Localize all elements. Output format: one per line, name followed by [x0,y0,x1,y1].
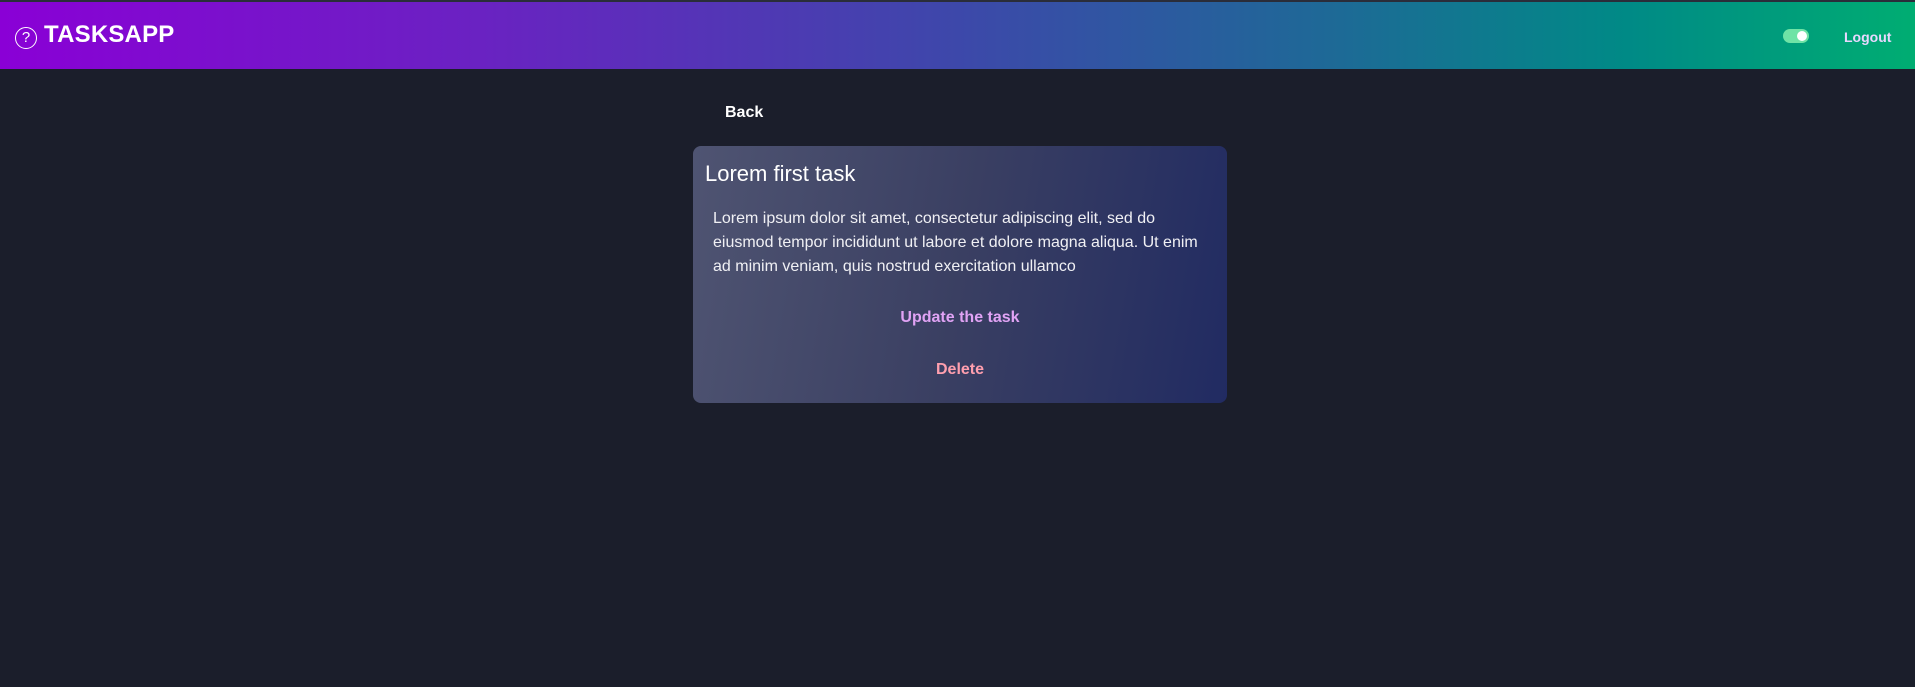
theme-toggle[interactable] [1783,29,1809,43]
task-description: Lorem ipsum dolor sit amet, consectetur … [713,210,1198,275]
help-circle-icon: ? [15,26,37,49]
task-card: Lorem first task Lorem ipsum dolor sit a… [693,146,1227,403]
logout-button[interactable]: Logout [1844,29,1891,45]
back-link[interactable]: Back [725,104,763,122]
app-title: TASKSAPP [44,21,175,48]
brand-link[interactable]: ? TASKSAPP [15,21,175,49]
update-task-button[interactable]: Update the task [693,309,1227,327]
task-title: Lorem first task [705,161,856,186]
theme-toggle-knob [1797,31,1807,41]
navbar: ? TASKSAPP Logout [0,2,1915,69]
delete-task-button[interactable]: Delete [693,361,1227,379]
